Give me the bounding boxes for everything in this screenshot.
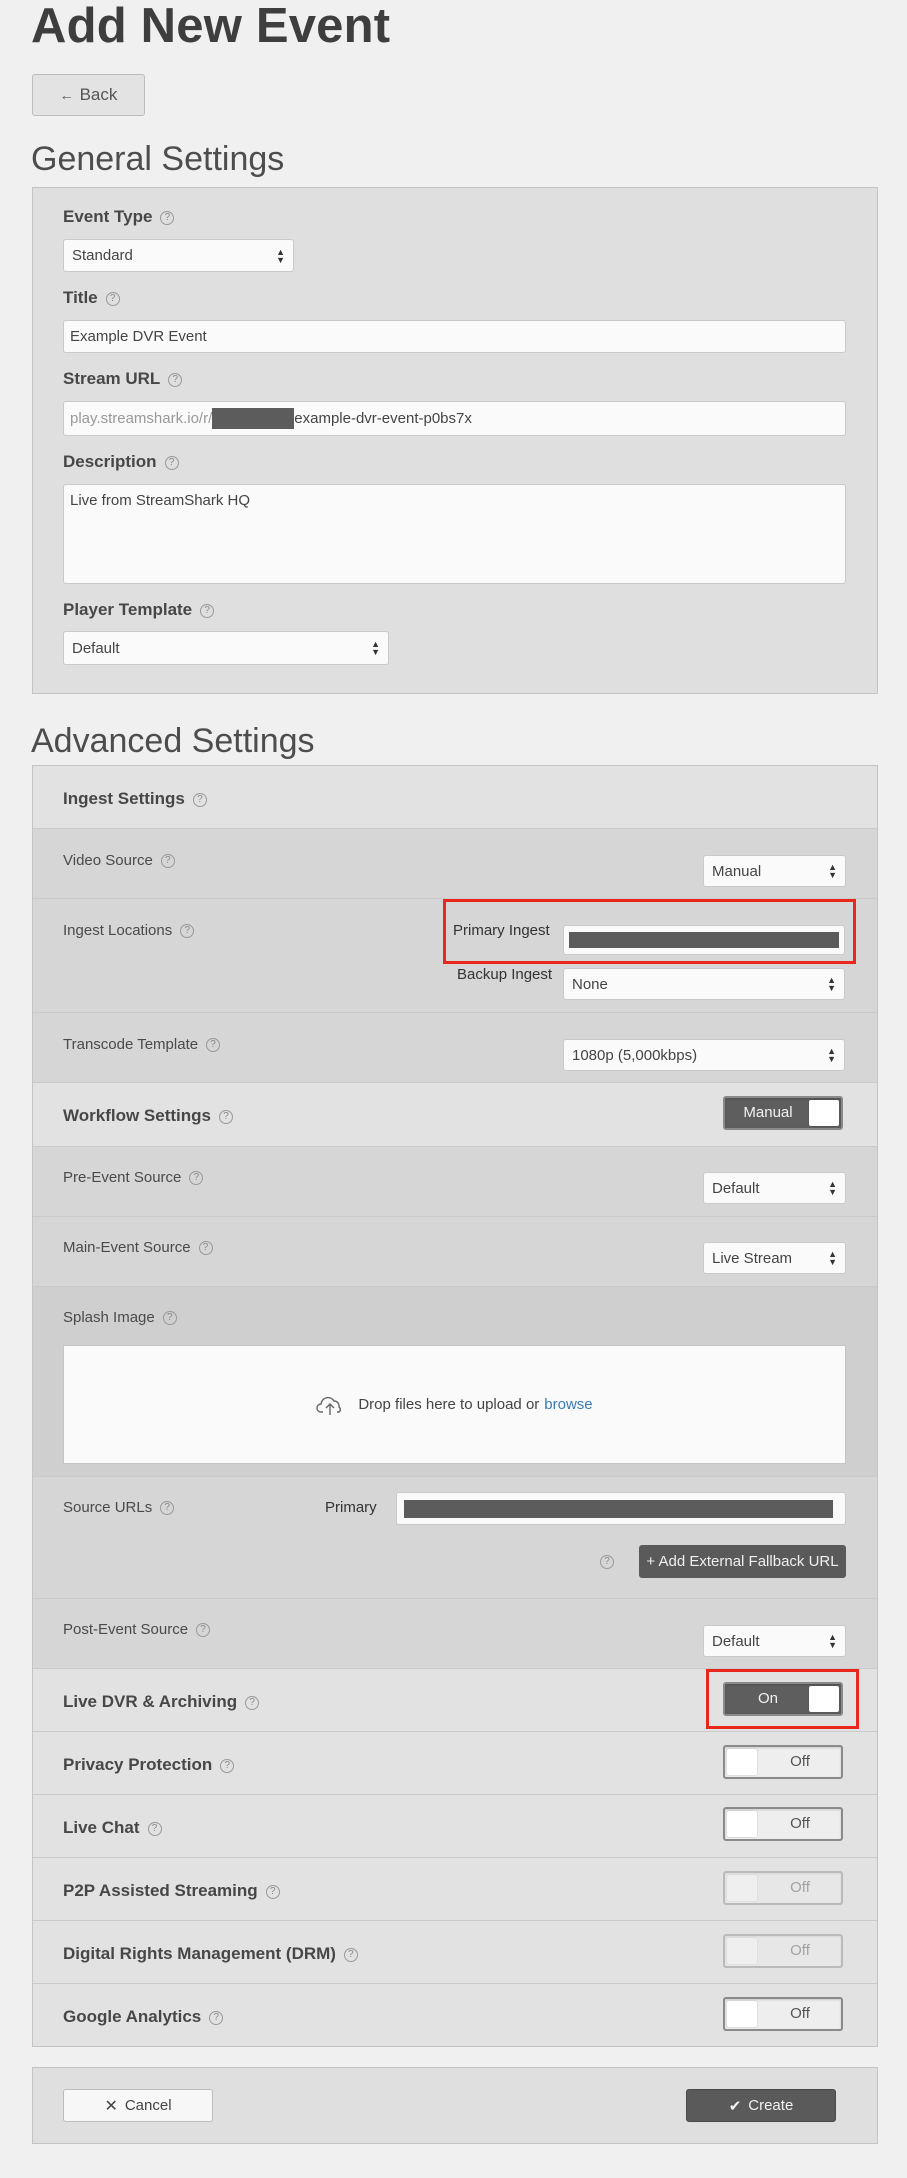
live-dvr-label: Live DVR & Archiving?	[63, 1692, 260, 1712]
stream-url-label: Stream URL?	[63, 369, 183, 389]
splash-image-label: Splash Image?	[63, 1309, 177, 1326]
ingest-locations-label: Ingest Locations?	[63, 922, 195, 939]
video-source-select[interactable]: Manual ▲ ▼	[703, 855, 846, 887]
checkmark-icon: ✔	[728, 2097, 742, 2115]
p2p-label: P2P Assisted Streaming?	[63, 1881, 280, 1901]
stream-url-input[interactable]: play.streamshark.io/r/ example-dvr-event…	[63, 401, 846, 436]
description-label: Description?	[63, 452, 179, 472]
cloud-upload-icon	[316, 1396, 342, 1415]
player-template-label: Player Template?	[63, 600, 215, 620]
main-event-source-select[interactable]: Live Stream ▲ ▼	[703, 1242, 846, 1274]
help-icon[interactable]: ?	[196, 1623, 211, 1638]
pre-event-source-label: Pre-Event Source?	[63, 1169, 204, 1186]
backup-ingest-label: Backup Ingest	[457, 966, 553, 983]
browse-link[interactable]: browse	[544, 1396, 592, 1413]
source-primary-label: Primary	[325, 1499, 377, 1516]
backup-ingest-select[interactable]: None ▲ ▼	[563, 968, 845, 1000]
select-arrows-icon: ▲ ▼	[371, 639, 380, 657]
help-icon[interactable]: ?	[198, 1241, 213, 1256]
redacted-block	[404, 1499, 833, 1518]
select-arrows-icon: ▲ ▼	[827, 975, 836, 993]
live-chat-toggle[interactable]: Off	[723, 1807, 843, 1841]
privacy-protection-label: Privacy Protection?	[63, 1755, 235, 1775]
add-fallback-url-button[interactable]: + Add External Fallback URL	[639, 1545, 846, 1578]
stream-url-slug: example-dvr-event-p0bs7x	[294, 410, 472, 427]
player-template-select[interactable]: Default ▲ ▼	[63, 631, 389, 665]
help-icon[interactable]: ?	[343, 1947, 358, 1962]
stream-url-prefix: play.streamshark.io/r/	[70, 410, 213, 427]
toggle-knob	[727, 1749, 757, 1775]
description-textarea[interactable]: Live from StreamShark HQ	[63, 484, 846, 584]
highlight-box	[443, 899, 856, 964]
help-icon[interactable]: ?	[160, 854, 175, 869]
page-title: Add New Event	[31, 0, 391, 53]
help-icon[interactable]: ?	[160, 210, 175, 225]
toggle-knob	[727, 1875, 757, 1901]
help-icon[interactable]: ?	[220, 1758, 235, 1773]
help-icon[interactable]: ?	[245, 1695, 260, 1710]
highlight-box	[706, 1669, 859, 1729]
p2p-toggle[interactable]: Off	[723, 1871, 843, 1905]
splash-dropzone[interactable]: Drop files here to upload or browse	[63, 1345, 846, 1464]
privacy-protection-toggle[interactable]: Off	[723, 1745, 843, 1779]
source-urls-label: Source URLs?	[63, 1499, 175, 1516]
drm-label: Digital Rights Management (DRM)?	[63, 1944, 358, 1964]
transcode-template-select[interactable]: 1080p (5,000kbps) ▲ ▼	[563, 1039, 845, 1071]
post-event-source-label: Post-Event Source?	[63, 1621, 211, 1638]
transcode-template-label: Transcode Template?	[63, 1036, 221, 1053]
general-settings-heading: General Settings	[31, 140, 285, 178]
help-icon[interactable]: ?	[265, 1884, 280, 1899]
help-icon[interactable]: ?	[168, 372, 183, 387]
pre-event-source-select[interactable]: Default ▲ ▼	[703, 1172, 846, 1204]
select-arrows-icon: ▲ ▼	[828, 1179, 837, 1197]
help-icon[interactable]: ?	[160, 1501, 175, 1516]
help-icon[interactable]: ?	[189, 1171, 204, 1186]
toggle-knob	[727, 1938, 757, 1964]
main-event-source-label: Main-Event Source?	[63, 1239, 213, 1256]
advanced-settings-heading: Advanced Settings	[31, 722, 315, 760]
title-label: Title?	[63, 288, 120, 308]
select-arrows-icon: ▲ ▼	[828, 1632, 837, 1650]
google-analytics-toggle[interactable]: Off	[723, 1997, 843, 2031]
help-icon[interactable]: ?	[200, 603, 215, 618]
select-arrows-icon: ▲ ▼	[827, 1046, 836, 1064]
help-icon[interactable]: ?	[218, 1109, 233, 1124]
create-button[interactable]: ✔ Create	[686, 2089, 836, 2122]
help-icon[interactable]: ?	[206, 1038, 221, 1053]
help-icon[interactable]: ?	[180, 924, 195, 939]
video-source-label: Video Source?	[63, 852, 175, 869]
toggle-knob	[809, 1100, 839, 1126]
ingest-settings-label: Ingest Settings?	[63, 789, 207, 809]
google-analytics-label: Google Analytics?	[63, 2007, 224, 2027]
help-icon[interactable]: ?	[164, 455, 179, 470]
select-arrows-icon: ▲ ▼	[276, 246, 285, 265]
event-type-select[interactable]: Standard ▲ ▼	[63, 239, 294, 272]
select-arrows-icon: ▲ ▼	[828, 862, 837, 880]
event-type-label: Event Type?	[63, 207, 175, 227]
help-icon[interactable]: ?	[162, 1311, 177, 1326]
help-icon[interactable]: ?	[192, 792, 207, 807]
select-arrows-icon: ▲ ▼	[828, 1249, 837, 1267]
redacted-block	[212, 408, 295, 429]
title-input[interactable]: Example DVR Event	[63, 320, 846, 353]
source-primary-input[interactable]	[396, 1492, 846, 1525]
cancel-button[interactable]: ✕ Cancel	[63, 2089, 213, 2122]
arrow-left-icon: ←	[59, 87, 74, 103]
help-icon[interactable]: ?	[600, 1555, 614, 1569]
help-icon[interactable]: ?	[209, 2010, 224, 2025]
toggle-knob	[727, 2001, 757, 2027]
back-button[interactable]: ← Back	[32, 74, 145, 116]
workflow-toggle[interactable]: Manual	[723, 1096, 843, 1130]
workflow-settings-label: Workflow Settings?	[63, 1106, 233, 1126]
drm-toggle[interactable]: Off	[723, 1934, 843, 1968]
toggle-knob	[727, 1811, 757, 1837]
help-icon[interactable]: ?	[147, 1821, 162, 1836]
close-icon: ✕	[104, 2097, 118, 2115]
help-icon[interactable]: ?	[105, 291, 120, 306]
live-chat-label: Live Chat?	[63, 1818, 162, 1838]
post-event-source-select[interactable]: Default ▲ ▼	[703, 1625, 846, 1657]
